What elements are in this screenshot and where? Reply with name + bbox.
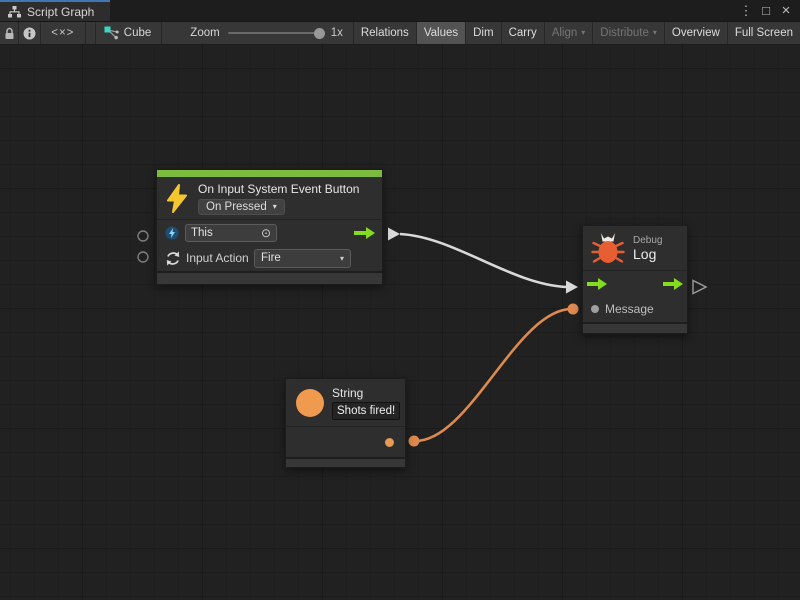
- on-input-system-event-button-node[interactable]: On Input System Event Button On Pressed …: [156, 169, 383, 285]
- graph-canvas[interactable]: On Input System Event Button On Pressed …: [0, 44, 800, 600]
- graph-owner-breadcrumb[interactable]: Cube: [96, 22, 163, 44]
- zoom-slider-handle[interactable]: [314, 28, 325, 39]
- fullscreen-button[interactable]: Full Screen: [727, 22, 800, 44]
- this-field-value: This: [191, 227, 213, 239]
- lock-icon: [4, 27, 15, 40]
- tab-title: Script Graph: [27, 5, 94, 19]
- zoom-value: 1x: [331, 27, 343, 39]
- graph-toolbar: <×> Cube Zoom 1x Relations Values Dim Ca…: [0, 21, 800, 44]
- trigger-output-arrow-icon[interactable]: [663, 278, 683, 290]
- align-label: Align: [552, 27, 578, 39]
- trigger-dropdown[interactable]: On Pressed ▾: [198, 199, 285, 215]
- message-port-dot[interactable]: [591, 305, 599, 313]
- chevron-down-icon: ▾: [273, 203, 277, 211]
- event-color-bar: [157, 170, 382, 177]
- chevron-down-icon: ▾: [581, 29, 585, 37]
- flow-wire-arrowhead: [566, 281, 578, 294]
- toolbar-buttons: Relations Values Dim Carry Align ▾ Distr…: [353, 22, 800, 44]
- event-node-footer: [157, 271, 382, 284]
- zoom-control: Zoom 1x: [162, 22, 353, 44]
- trigger-dropdown-value: On Pressed: [206, 201, 267, 213]
- string-literal-node[interactable]: String Shots fired!: [285, 378, 406, 468]
- carry-button[interactable]: Carry: [501, 22, 544, 44]
- distribute-button[interactable]: Distribute ▾: [592, 22, 664, 44]
- debug-node-title: Log: [633, 246, 662, 262]
- info-button[interactable]: [19, 22, 41, 44]
- string-node-title: String: [332, 386, 400, 400]
- chevron-down-icon: ▾: [653, 29, 657, 37]
- game-object-icon: [165, 226, 179, 240]
- relations-label: Relations: [361, 27, 409, 39]
- relations-button[interactable]: Relations: [353, 22, 416, 44]
- string-output-port[interactable]: [409, 436, 420, 447]
- info-icon: [23, 27, 36, 40]
- debug-log-node[interactable]: Debug Log Message: [582, 225, 688, 334]
- value-connection-wire[interactable]: [414, 309, 573, 441]
- carry-label: Carry: [509, 27, 537, 39]
- trigger-input-arrow-icon[interactable]: [587, 278, 607, 290]
- distribute-label: Distribute: [600, 27, 649, 39]
- zoom-label: Zoom: [190, 27, 219, 39]
- tab-script-graph[interactable]: Script Graph: [0, 0, 110, 21]
- event-output-trigger-port[interactable]: [388, 228, 400, 241]
- event-inputaction-port[interactable]: [138, 252, 148, 262]
- debug-node-header: Debug Log: [583, 226, 687, 270]
- bug-icon: [591, 232, 625, 264]
- event-this-port[interactable]: [138, 231, 148, 241]
- graph-owner-label: Cube: [124, 27, 152, 39]
- object-picker-icon[interactable]: ⊙: [261, 226, 271, 240]
- debug-node-category: Debug: [633, 235, 662, 246]
- code-icon: <×>: [51, 27, 74, 39]
- window-menu-icon[interactable]: ⋮: [738, 3, 754, 19]
- event-node-header: On Input System Event Button On Pressed …: [157, 177, 382, 219]
- string-output-row: [286, 426, 405, 457]
- close-icon[interactable]: ×: [778, 2, 794, 19]
- this-port-row: This ⊙: [157, 219, 382, 245]
- toolbar-spacer: [86, 22, 96, 44]
- string-value: Shots fired!: [337, 405, 395, 417]
- message-port-row: Message: [583, 296, 687, 322]
- flow-connection-wire[interactable]: [400, 234, 566, 287]
- trigger-output-arrow-icon[interactable]: [354, 227, 375, 239]
- string-node-header: String Shots fired!: [286, 379, 405, 426]
- debug-flow-row: [583, 270, 687, 296]
- dim-button[interactable]: Dim: [465, 22, 500, 44]
- dim-label: Dim: [473, 27, 493, 39]
- message-input-port[interactable]: [568, 304, 579, 315]
- lock-button[interactable]: [0, 22, 19, 44]
- zoom-slider[interactable]: [228, 32, 323, 34]
- debug-output-trigger-port[interactable]: [693, 281, 706, 294]
- values-label: Values: [424, 27, 458, 39]
- string-node-footer: [286, 457, 405, 467]
- align-button[interactable]: Align ▾: [544, 22, 593, 44]
- debug-node-footer: [583, 322, 687, 333]
- graph-node-icon: [104, 26, 119, 40]
- graph-icon: [8, 6, 21, 18]
- string-output-dot[interactable]: [385, 438, 394, 447]
- string-value-field[interactable]: Shots fired!: [332, 402, 400, 420]
- string-type-icon: [296, 389, 324, 417]
- code-preview-button[interactable]: <×>: [41, 22, 86, 44]
- input-action-value: Fire: [261, 252, 281, 264]
- this-object-field[interactable]: This ⊙: [185, 224, 277, 242]
- input-action-dropdown[interactable]: Fire ▾: [254, 249, 351, 268]
- chevron-down-icon: ▾: [340, 254, 344, 263]
- title-bar: Script Graph ⋮ □ ×: [0, 0, 800, 21]
- input-action-label: Input Action: [186, 251, 249, 265]
- overview-button[interactable]: Overview: [664, 22, 727, 44]
- maximize-icon[interactable]: □: [758, 3, 774, 18]
- input-action-icon: [165, 251, 181, 266]
- event-node-title: On Input System Event Button: [198, 182, 359, 196]
- script-graph-window: Script Graph ⋮ □ × <×>: [0, 0, 800, 600]
- input-action-port-row: Input Action Fire ▾: [157, 245, 382, 271]
- overview-label: Overview: [672, 27, 720, 39]
- values-button[interactable]: Values: [416, 22, 465, 44]
- lightning-bolt-icon: [165, 184, 189, 213]
- fullscreen-label: Full Screen: [735, 27, 793, 39]
- message-port-label: Message: [605, 302, 654, 316]
